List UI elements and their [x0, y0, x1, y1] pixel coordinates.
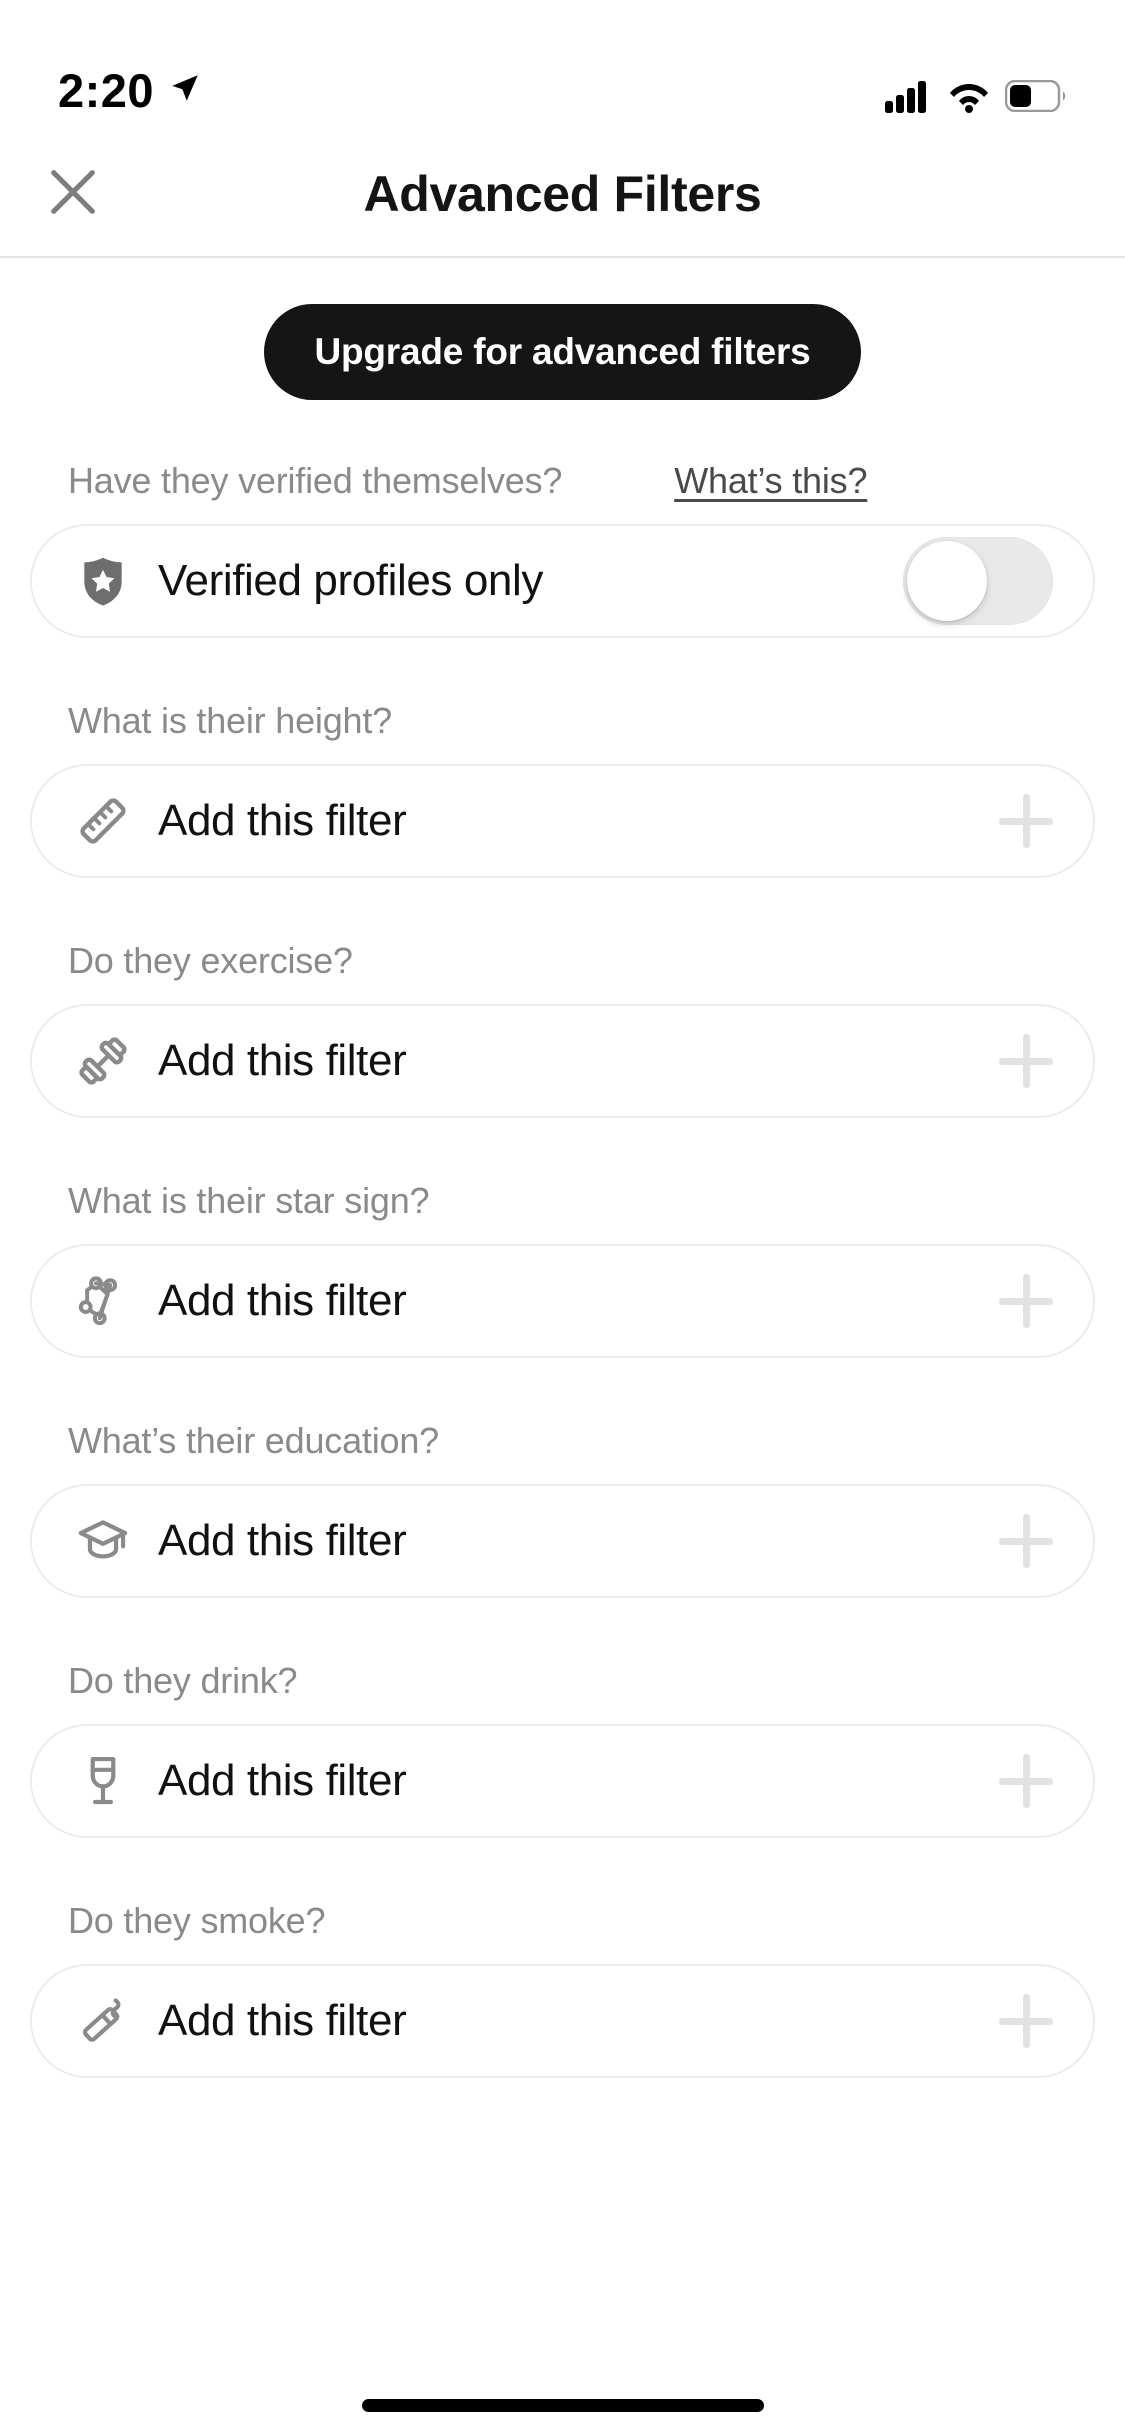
section-label-star-sign: What is their star sign?: [68, 1180, 430, 1221]
add-filter-exercise-card[interactable]: Add this filter: [30, 1004, 1095, 1118]
cellular-signal-icon: [885, 79, 933, 118]
add-filter-education-card[interactable]: Add this filter: [30, 1484, 1095, 1598]
section-smoke: Do they smoke? Add this filter: [30, 1900, 1095, 2078]
add-filter-smoke-plus-icon[interactable]: [999, 1994, 1053, 2048]
section-label-education: What’s their education?: [68, 1420, 439, 1461]
battery-icon: [1004, 79, 1067, 117]
section-label-drink: Do they drink?: [68, 1660, 298, 1701]
add-filter-exercise-label: Add this filter: [158, 1036, 407, 1085]
ruler-icon: [72, 790, 134, 852]
section-label-height: What is their height?: [68, 700, 392, 741]
section-header-height: What is their height?: [30, 700, 1095, 742]
verified-profiles-label: Verified profiles only: [158, 556, 543, 605]
section-education: What’s their education? Add this filter: [30, 1420, 1095, 1598]
add-filter-drink-plus-icon[interactable]: [999, 1754, 1053, 1808]
section-verified: Have they verified themselves? What’s th…: [30, 460, 1095, 638]
add-filter-height-label: Add this filter: [158, 796, 407, 845]
shield-star-icon: [72, 550, 134, 612]
add-filter-star-sign-card[interactable]: Add this filter: [30, 1244, 1095, 1358]
add-filter-smoke-label: Add this filter: [158, 1996, 407, 2045]
location-arrow-icon: [168, 71, 202, 110]
section-header-drink: Do they drink?: [30, 1660, 1095, 1702]
verified-profiles-card[interactable]: Verified profiles only: [30, 524, 1095, 638]
section-header-exercise: Do they exercise?: [30, 940, 1095, 982]
section-header-verified: Have they verified themselves? What’s th…: [30, 460, 1095, 502]
section-star-sign: What is their star sign? Add this filter: [30, 1180, 1095, 1358]
upgrade-banner: Upgrade for advanced filters: [30, 258, 1095, 400]
section-exercise: Do they exercise? Add this filter: [30, 940, 1095, 1118]
status-bar: 2:20: [0, 0, 1125, 132]
add-filter-drink-label: Add this filter: [158, 1756, 407, 1805]
add-filter-star-sign-label: Add this filter: [158, 1276, 407, 1325]
status-bar-time: 2:20: [58, 64, 155, 117]
section-label-smoke: Do they smoke?: [68, 1900, 326, 1941]
section-header-smoke: Do they smoke?: [30, 1900, 1095, 1942]
section-header-education: What’s their education?: [30, 1420, 1095, 1462]
home-indicator[interactable]: [361, 2399, 764, 2412]
add-filter-education-plus-icon[interactable]: [999, 1514, 1053, 1568]
section-label-exercise: Do they exercise?: [68, 940, 353, 981]
filters-scroll-area: Upgrade for advanced filters Have they v…: [0, 258, 1125, 2078]
constellation-icon: [72, 1270, 134, 1332]
add-filter-exercise-plus-icon[interactable]: [999, 1034, 1053, 1088]
section-header-star-sign: What is their star sign?: [30, 1180, 1095, 1222]
status-bar-right: [885, 79, 1067, 118]
section-label-verified: Have they verified themselves?: [68, 460, 563, 501]
app-header: Advanced Filters: [0, 132, 1125, 258]
wine-glass-icon: [72, 1750, 134, 1812]
add-filter-smoke-card[interactable]: Add this filter: [30, 1964, 1095, 2078]
dumbbell-icon: [72, 1030, 134, 1092]
close-button[interactable]: [30, 151, 116, 237]
whats-this-link[interactable]: What’s this?: [674, 460, 867, 502]
section-height: What is their height? Add this filter: [30, 700, 1095, 878]
wifi-icon: [947, 79, 991, 118]
section-drink: Do they drink? Add this filter: [30, 1660, 1095, 1838]
page-title: Advanced Filters: [363, 166, 762, 222]
add-filter-height-plus-icon[interactable]: [999, 794, 1053, 848]
cigarette-icon: [72, 1990, 134, 2052]
add-filter-education-label: Add this filter: [158, 1516, 407, 1565]
status-bar-left: 2:20: [58, 63, 202, 118]
add-filter-height-card[interactable]: Add this filter: [30, 764, 1095, 878]
upgrade-button[interactable]: Upgrade for advanced filters: [264, 304, 861, 400]
verified-profiles-toggle[interactable]: [903, 537, 1053, 625]
add-filter-star-sign-plus-icon[interactable]: [999, 1274, 1053, 1328]
add-filter-drink-card[interactable]: Add this filter: [30, 1724, 1095, 1838]
close-icon: [44, 163, 102, 226]
toggle-knob: [907, 541, 987, 621]
graduation-cap-icon: [72, 1510, 134, 1572]
